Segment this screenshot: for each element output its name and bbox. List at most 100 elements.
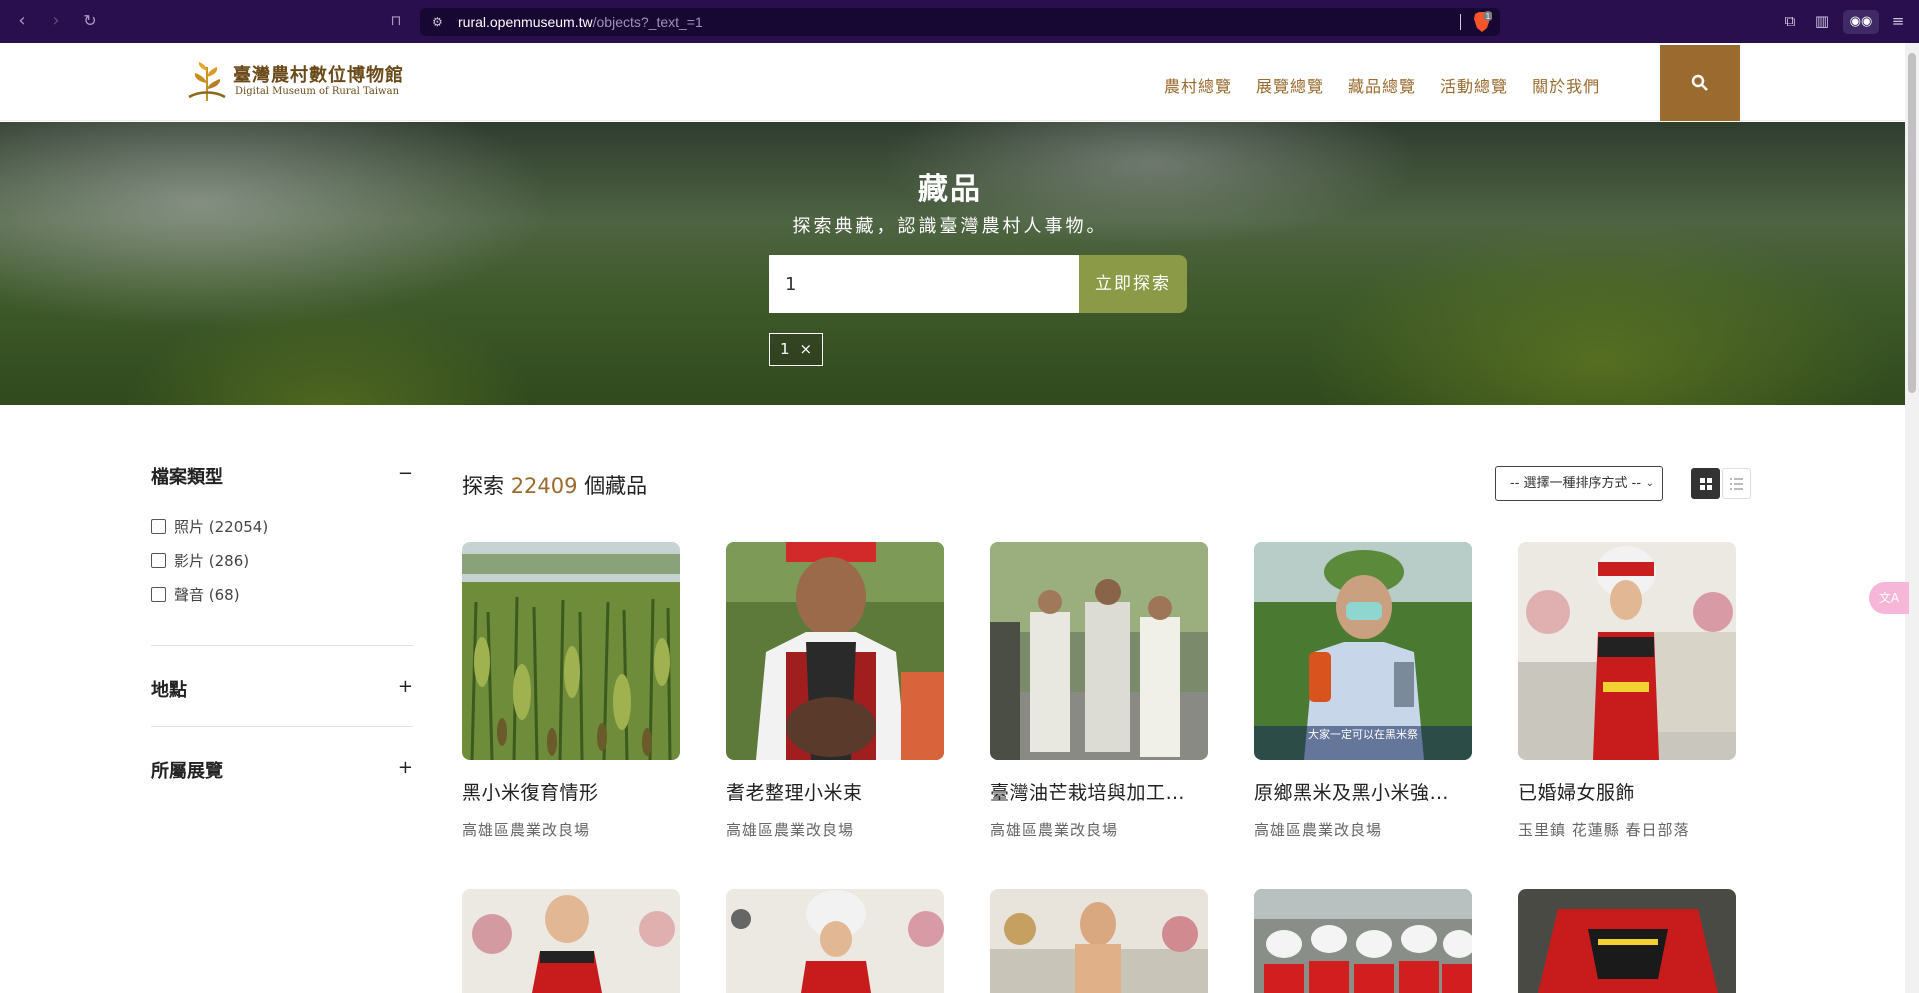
- site-logo[interactable]: 臺灣農村數位博物館 Digital Museum of Rural Taiwan: [185, 59, 405, 105]
- collection-card[interactable]: [1518, 889, 1736, 993]
- filter-option-audio[interactable]: 聲音 (68): [151, 577, 413, 611]
- main-nav: 農村總覽 展覽總覽 藏品總覽 活動總覽 關於我們: [1164, 73, 1624, 97]
- header-search-button[interactable]: [1660, 45, 1740, 121]
- card-subtitle: 高雄區農業改良場: [1254, 821, 1383, 839]
- collection-card[interactable]: 黑小米復育情形 高雄區農業改良場: [462, 542, 680, 840]
- remove-tag-icon[interactable]: ×: [800, 334, 813, 365]
- file-type-options: 照片 (22054) 影片 (286) 聲音 (68): [151, 509, 413, 611]
- card-subtitle: 高雄區農業改良場: [990, 821, 1119, 839]
- forward-icon[interactable]: ›: [46, 11, 66, 31]
- list-icon: [1730, 478, 1743, 490]
- filter-option-label: 照片 (22054): [174, 517, 269, 536]
- active-search-tag: 1 ×: [769, 333, 824, 366]
- logo-mark-icon: [188, 62, 226, 102]
- result-count-suffix: 個藏品: [584, 474, 648, 498]
- reload-icon[interactable]: ↻: [80, 11, 100, 31]
- card-subtitle: 高雄區農業改良場: [726, 821, 855, 839]
- filter-location-header[interactable]: 地點 +: [151, 676, 413, 704]
- svg-text:1: 1: [1486, 12, 1491, 21]
- filter-exhibition: 所屬展覽 +: [151, 757, 413, 785]
- result-count-prefix: 探索: [462, 474, 504, 498]
- grid-view-button[interactable]: [1691, 468, 1720, 499]
- nav-about-us[interactable]: 關於我們: [1532, 73, 1600, 97]
- grid-icon: [1700, 478, 1712, 490]
- result-count: 探索 22409 個藏品: [462, 470, 647, 500]
- card-image[interactable]: [726, 889, 944, 993]
- nav-events-overview[interactable]: 活動總覽: [1440, 73, 1508, 97]
- back-icon[interactable]: ‹: [12, 11, 32, 31]
- explore-now-button[interactable]: 立即探索: [1079, 255, 1187, 313]
- url-text[interactable]: rural.openmuseum.tw/objects?_text_=1: [458, 14, 703, 30]
- card-image[interactable]: 大家一定可以在黑米祭: [1254, 542, 1472, 760]
- site-header: 臺灣農村數位博物館 Digital Museum of Rural Taiwan…: [0, 43, 1905, 121]
- collection-card[interactable]: 大家一定可以在黑米祭 原鄉黑米及黑小米強… 高雄區農業改良場: [1254, 542, 1472, 840]
- site-settings-icon[interactable]: ⚙: [432, 15, 446, 29]
- filter-file-type-header[interactable]: 檔案類型 −: [151, 463, 413, 491]
- card-image[interactable]: [726, 542, 944, 760]
- card-image[interactable]: [990, 889, 1208, 993]
- sidebar-toggle-icon[interactable]: ▥: [1812, 12, 1832, 32]
- video-caption: 大家一定可以在黑米祭: [1308, 728, 1418, 741]
- collection-card[interactable]: 耆老整理小米束 高雄區農業改良場: [726, 542, 944, 840]
- filter-divider: [151, 726, 413, 727]
- filter-option-label: 聲音 (68): [174, 585, 240, 604]
- checkbox[interactable]: [151, 586, 166, 602]
- card-image[interactable]: [1518, 889, 1736, 993]
- search-icon: [1691, 74, 1708, 91]
- card-image[interactable]: [1518, 542, 1736, 760]
- nav-rural-overview[interactable]: 農村總覽: [1164, 73, 1232, 97]
- collection-card[interactable]: [1254, 889, 1472, 993]
- scrollbar-thumb[interactable]: [1908, 53, 1916, 393]
- filter-option-photo[interactable]: 照片 (22054): [151, 509, 413, 543]
- collection-card[interactable]: 已婚婦女服飾 玉里鎮 花蓮縣 春日部落: [1518, 542, 1736, 840]
- card-title[interactable]: 臺灣油芒栽培與加工…: [990, 778, 1208, 805]
- collection-card[interactable]: [990, 889, 1208, 993]
- collection-search-input[interactable]: [769, 255, 1079, 313]
- card-title[interactable]: 耆老整理小米束: [726, 778, 944, 805]
- filter-location: 地點 +: [151, 676, 413, 704]
- list-view-button[interactable]: [1722, 468, 1751, 499]
- bookmark-icon[interactable]: ⊓: [386, 11, 406, 31]
- sort-select[interactable]: -- 選擇一種排序方式 -- ⌄: [1495, 466, 1663, 501]
- expand-icon[interactable]: +: [398, 757, 413, 778]
- translate-icon[interactable]: 文A: [1869, 582, 1909, 614]
- filter-file-type: 檔案類型 − 照片 (22054) 影片 (286) 聲音 (68): [151, 463, 413, 611]
- result-count-number: 22409: [510, 474, 578, 498]
- filter-exhibition-header[interactable]: 所屬展覽 +: [151, 757, 413, 785]
- filter-divider: [151, 645, 413, 646]
- logo-english-name: Digital Museum of Rural Taiwan: [235, 86, 400, 97]
- nav-collections-overview[interactable]: 藏品總覽: [1348, 73, 1416, 97]
- brave-shield-icon[interactable]: 1: [1472, 11, 1493, 33]
- collection-card[interactable]: [726, 889, 944, 993]
- card-subtitle: 玉里鎮 花蓮縣 春日部落: [1518, 821, 1690, 839]
- menu-icon[interactable]: ≡: [1888, 12, 1908, 32]
- checkbox[interactable]: [151, 518, 166, 534]
- browser-toolbar: ‹ › ↻ ⊓ ⚙ rural.openmuseum.tw/objects?_t…: [0, 0, 1919, 43]
- card-title[interactable]: 已婚婦女服飾: [1518, 778, 1736, 805]
- address-divider: [1460, 14, 1461, 30]
- filter-option-label: 影片 (286): [174, 551, 250, 570]
- expand-icon[interactable]: +: [398, 676, 413, 697]
- card-image[interactable]: [462, 542, 680, 760]
- collapse-icon[interactable]: −: [398, 463, 413, 484]
- collection-card[interactable]: 臺灣油芒栽培與加工… 高雄區農業改良場: [990, 542, 1208, 840]
- reader-glasses-icon[interactable]: ◉◉: [1843, 10, 1879, 34]
- address-bar[interactable]: ⚙ rural.openmuseum.tw/objects?_text_=1 1: [420, 8, 1500, 36]
- page-title: 藏品: [918, 172, 982, 207]
- page-scrollbar[interactable]: [1905, 43, 1919, 993]
- card-image[interactable]: [990, 542, 1208, 760]
- extensions-icon[interactable]: ⧉: [1780, 12, 1800, 32]
- page-subtitle: 探索典藏，認識臺灣農村人事物。: [792, 216, 1108, 237]
- card-title[interactable]: 黑小米復育情形: [462, 778, 680, 805]
- nav-exhibitions-overview[interactable]: 展覽總覽: [1256, 73, 1324, 97]
- checkbox[interactable]: [151, 552, 166, 568]
- filter-file-type-label: 檔案類型: [151, 467, 223, 488]
- logo-chinese-name: 臺灣農村數位博物館: [233, 65, 404, 86]
- card-image[interactable]: [462, 889, 680, 993]
- filter-option-video[interactable]: 影片 (286): [151, 543, 413, 577]
- card-title[interactable]: 原鄉黑米及黑小米強…: [1254, 778, 1472, 805]
- hero-banner: 藏品 探索典藏，認識臺灣農村人事物。 立即探索 1 ×: [0, 122, 1905, 405]
- card-image[interactable]: [1254, 889, 1472, 993]
- collection-card[interactable]: [462, 889, 680, 993]
- chevron-down-icon: ⌄: [1645, 478, 1654, 489]
